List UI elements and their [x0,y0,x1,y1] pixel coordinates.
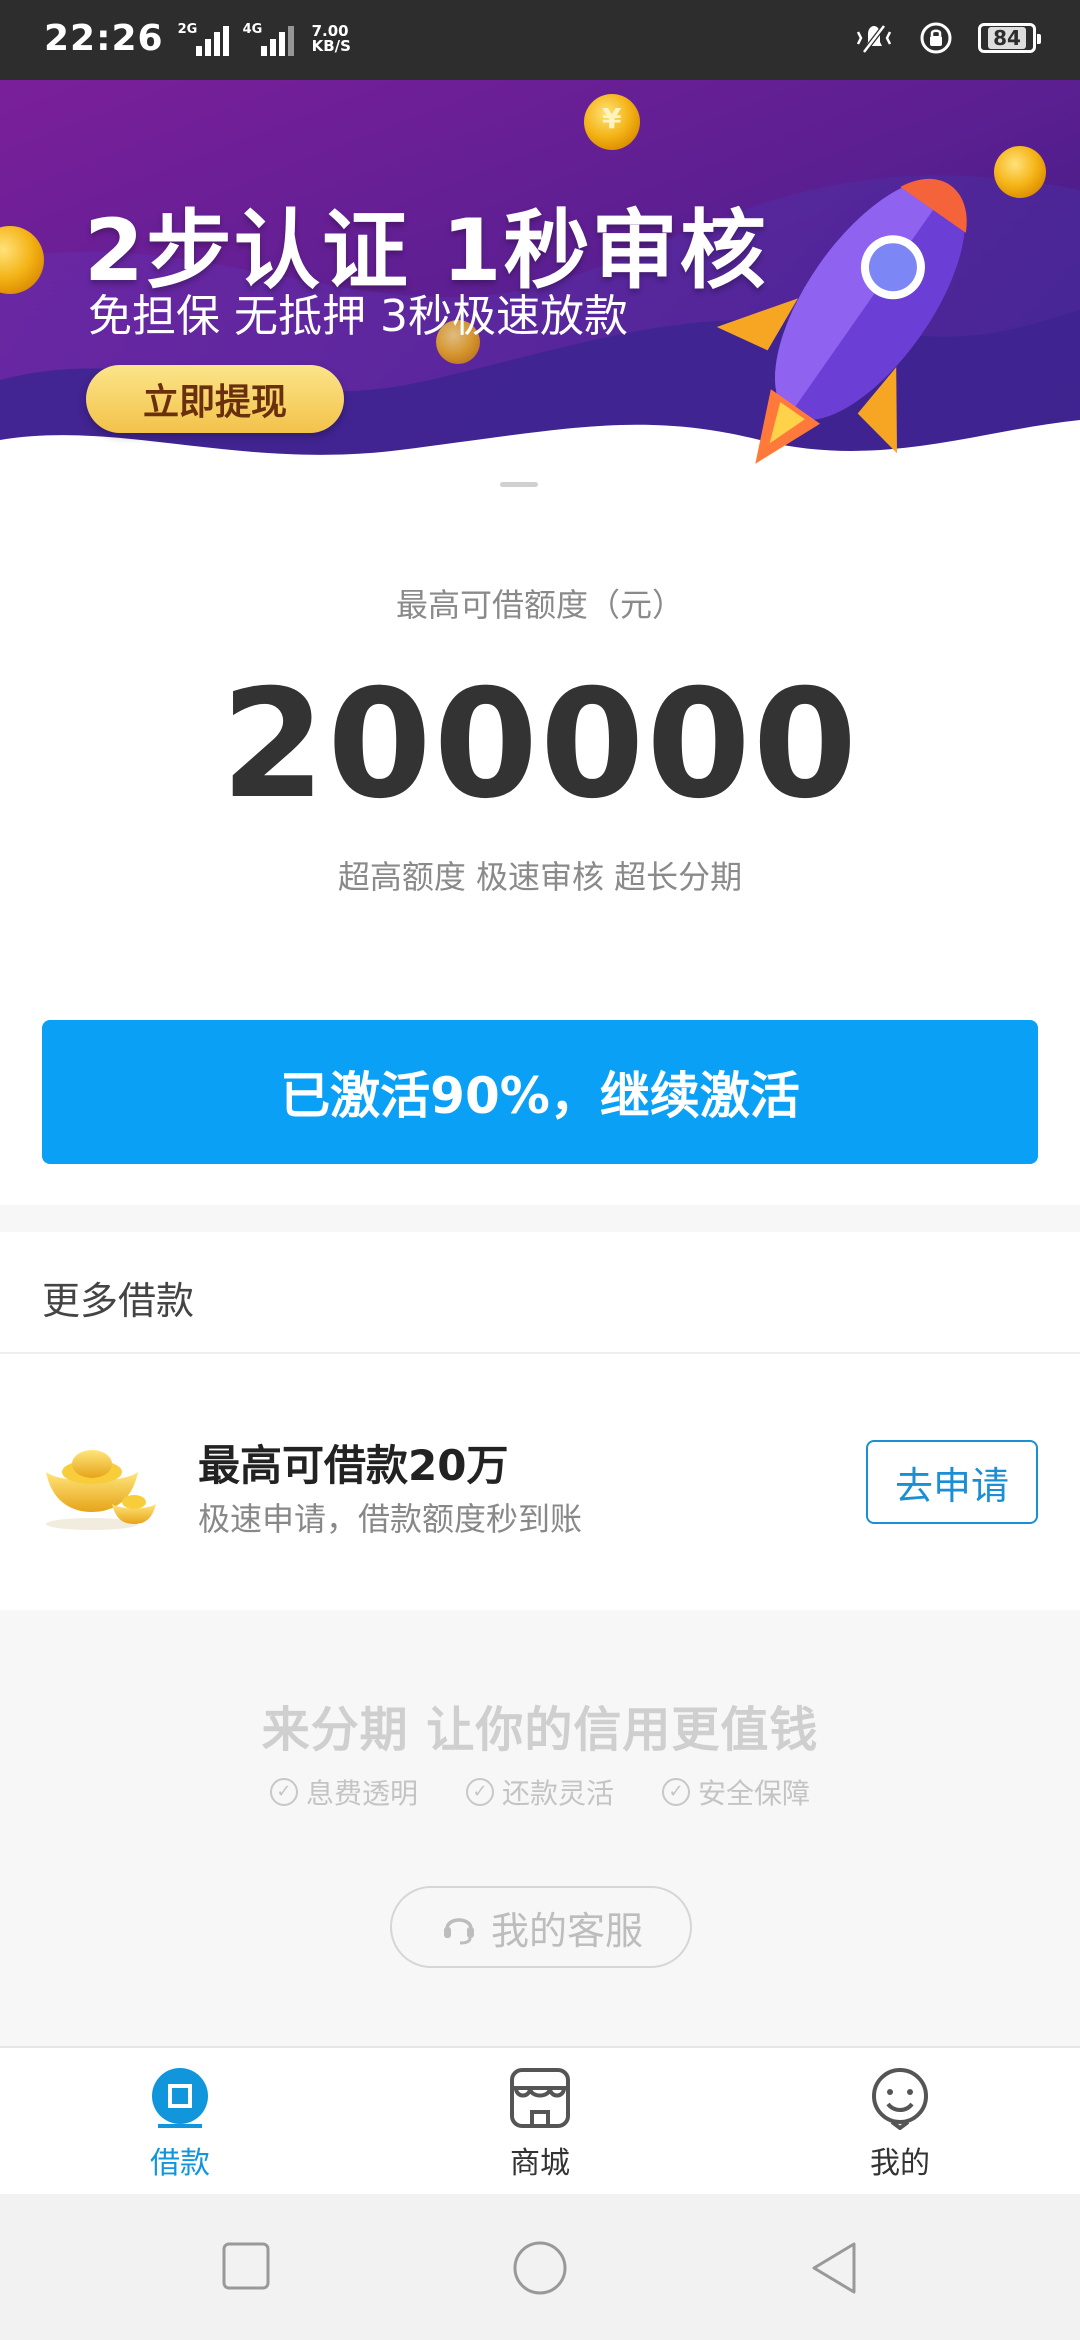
network-speed: 7.00 KB/S [311,21,351,55]
check-icon: ✓ [269,1778,298,1806]
recent-apps-icon[interactable] [220,2240,272,2292]
profile-icon [872,2068,928,2130]
feature-item: ✓ 息费透明 [269,1772,418,1812]
back-icon[interactable] [808,2240,860,2296]
feature-item: ✓ 安全保障 [662,1772,810,1812]
signal-2g-icon: 2G [178,22,229,56]
credit-limit-label: 最高可借额度（元） [395,586,684,624]
loan-icon [152,2068,208,2128]
promo-slogan: 来分期 让你的信用更值钱 [261,1702,819,1758]
credit-features: 超高额度 极速审核 超长分期 [337,858,743,896]
promo-features: ✓ 息费透明 ✓ 还款灵活 ✓ 安全保障 [0,1772,1080,1812]
credit-limit-amount: 200000 [220,658,860,832]
check-icon: ✓ [465,1778,494,1806]
headset-icon [443,1918,474,1945]
signal-4g-icon: 4G [243,22,294,56]
tab-label: 商城 [510,2146,570,2181]
apply-button[interactable]: 去申请 [866,1440,1038,1524]
credit-limit-card: 最高可借额度（元） 200000 超高额度 极速审核 超长分期 已激活90%，继… [0,500,1080,1205]
loan-offer-title: 最高可借款20万 [198,1441,509,1490]
tab-label: 我的 [870,2146,930,2181]
banner-subtitle: 免担保 无抵押 3秒极速放款 [88,291,628,342]
continue-activation-button[interactable]: 已激活90%，继续激活 [42,1020,1038,1164]
battery-icon: 84 [978,23,1041,53]
check-icon: ✓ [662,1778,690,1806]
store-icon [510,2068,570,2128]
rotation-lock-icon [920,22,952,54]
loan-offer-description: 极速申请，借款额度秒到账 [198,1500,583,1538]
promo-banner[interactable]: ¥ 2步认证 1秒审核 免担保 无抵押 3秒极速放款 立即提现 [0,80,1080,500]
carousel-indicator [500,482,538,487]
divider [0,1352,1080,1354]
tab-store[interactable]: 商城 [440,2066,640,2182]
feature-item: ✓ 还款灵活 [465,1772,614,1812]
more-loans-title: 更多借款 [42,1279,195,1323]
vibrate-icon [856,24,892,54]
tab-loan[interactable]: 借款 [80,2066,280,2182]
customer-service-label: 我的客服 [490,1908,643,1953]
home-icon[interactable] [512,2240,568,2296]
customer-service-button[interactable]: 我的客服 [390,1886,692,1968]
bottom-tab-bar: 借款 商城 我的 [0,2046,1080,2194]
withdraw-now-button[interactable]: 立即提现 [86,365,344,433]
coin-yen-symbol: ¥ [602,102,622,135]
tab-label: 借款 [150,2146,210,2181]
more-loans-section: 更多借款 最高可借款20万 极速申请，借款额度秒到账 去申请 [0,1232,1080,1610]
status-time: 22:26 [44,18,164,59]
tab-mine[interactable]: 我的 [800,2066,1000,2182]
system-navigation-bar [0,2194,1080,2340]
status-bar: 22:26 2G 4G 7.00 KB/S 84 [0,0,1080,80]
gold-ingot-icon [46,1450,156,1530]
